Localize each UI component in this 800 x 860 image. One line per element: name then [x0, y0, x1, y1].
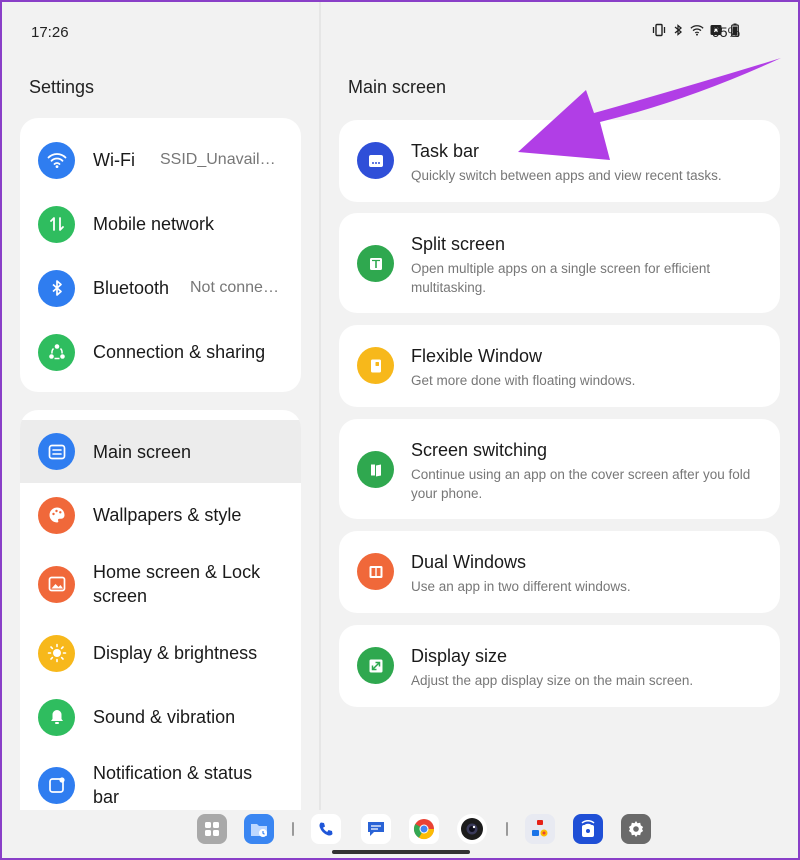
setting-title: Flexible Window — [411, 346, 543, 366]
setting-title: Screen switching — [411, 440, 548, 460]
sidebar-item-value: Not connec… — [190, 279, 284, 296]
status-bar: 17:26 95% — [0, 0, 800, 62]
app-folder-icon[interactable] — [525, 814, 555, 844]
setting-dual-windows[interactable]: Dual Windows Use an app in two different… — [339, 531, 780, 613]
sidebar-item-label: Notification & status bar — [93, 763, 253, 807]
dock-separator — [292, 822, 294, 836]
sidebar-item-sound-vibration[interactable]: Sound & vibration — [20, 685, 301, 749]
remote-icon[interactable] — [573, 814, 603, 844]
status-time: 17:26 — [31, 24, 69, 41]
settings-group-display: Main screen Wallpapers & style Home scre… — [20, 410, 301, 810]
screen-switch-icon — [357, 451, 394, 488]
sidebar-item-bluetooth[interactable]: Bluetooth Not connec… — [20, 256, 301, 320]
flexible-window-icon — [357, 347, 394, 384]
sidebar-item-label: Connection & sharing — [93, 342, 266, 362]
settings-icon[interactable] — [621, 814, 651, 844]
messages-icon[interactable] — [361, 814, 391, 844]
sidebar-item-display-brightness[interactable]: Display & brightness — [20, 621, 301, 685]
pane-divider — [319, 0, 321, 810]
main-screen-icon — [38, 433, 75, 470]
sidebar-item-label: Bluetooth — [93, 278, 170, 298]
sidebar-item-label: Home screen & Lock screen — [93, 562, 261, 606]
taskbar-icon — [357, 142, 394, 179]
setting-subtitle: Quickly switch between apps and view rec… — [411, 168, 722, 183]
sidebar-item-notification-status[interactable]: Notification & status bar — [20, 749, 301, 810]
setting-display-size[interactable]: Display size Adjust the app display size… — [339, 625, 780, 707]
sidebar-item-label: Sound & vibration — [93, 707, 236, 727]
setting-title: Split screen — [411, 234, 506, 254]
home-indicator[interactable] — [332, 850, 470, 854]
battery-percentage: 95% — [712, 24, 741, 40]
camera-icon[interactable] — [457, 814, 487, 844]
sidebar-item-label: Main screen — [93, 441, 192, 462]
setting-screen-switching[interactable]: Screen switching Continue using an app o… — [339, 419, 780, 519]
dock-separator — [506, 822, 508, 836]
mobile-network-icon — [38, 205, 75, 243]
notification-icon — [38, 766, 75, 804]
sidebar-item-label: Wi-Fi — [93, 150, 135, 170]
sidebar-item-label: Wallpapers & style — [93, 505, 242, 525]
sidebar-item-main-screen[interactable]: Main screen — [20, 420, 301, 483]
bluetooth-icon — [671, 23, 685, 37]
settings-group-connectivity: Wi-Fi SSID_Unavailable Mobile network Bl… — [20, 118, 301, 392]
app-drawer-icon[interactable] — [197, 814, 227, 844]
left-pane-title: Settings — [29, 77, 95, 97]
setting-title: Task bar — [411, 141, 480, 161]
sidebar-item-wifi[interactable]: Wi-Fi SSID_Unavailable — [20, 128, 301, 192]
setting-title: Display size — [411, 646, 508, 666]
sidebar-item-mobile-network[interactable]: Mobile network — [20, 192, 301, 256]
palette-icon — [38, 496, 75, 534]
setting-subtitle: Get more done with floating windows. — [411, 373, 636, 388]
display-size-icon — [357, 647, 394, 684]
sidebar-item-home-lock-screen[interactable]: Home screen & Lock screen — [20, 547, 301, 621]
dual-windows-icon — [357, 553, 394, 590]
setting-subtitle: Continue using an app on the cover scree… — [411, 467, 751, 501]
sidebar-item-connection-sharing[interactable]: Connection & sharing — [20, 320, 301, 384]
sidebar-item-wallpapers[interactable]: Wallpapers & style — [20, 483, 301, 547]
files-icon[interactable] — [244, 814, 274, 844]
sidebar-item-value: SSID_Unavailable — [160, 151, 284, 168]
setting-subtitle: Open multiple apps on a single screen fo… — [411, 261, 711, 295]
wifi-icon — [38, 141, 75, 179]
bluetooth-icon — [38, 269, 75, 307]
chrome-icon[interactable] — [409, 814, 439, 844]
sharing-icon — [38, 333, 75, 371]
sidebar-item-label: Mobile network — [93, 214, 215, 234]
sidebar-item-label: Display & brightness — [93, 643, 258, 663]
sun-icon — [38, 634, 75, 672]
wifi-icon — [690, 23, 704, 37]
image-icon — [38, 565, 75, 603]
taskbar-dock — [0, 810, 800, 860]
bell-icon — [38, 698, 75, 736]
setting-subtitle: Adjust the app display size on the main … — [411, 673, 694, 688]
split-screen-icon — [357, 245, 394, 282]
right-pane-title: Main screen — [348, 77, 447, 97]
setting-split-screen[interactable]: Split screen Open multiple apps on a sin… — [339, 213, 780, 313]
setting-task-bar[interactable]: Task bar Quickly switch between apps and… — [339, 120, 780, 202]
setting-subtitle: Use an app in two different windows. — [411, 579, 631, 594]
vibrate-icon — [652, 23, 666, 37]
setting-flexible-window[interactable]: Flexible Window Get more done with float… — [339, 325, 780, 407]
setting-title: Dual Windows — [411, 552, 527, 572]
phone-icon[interactable] — [311, 814, 341, 844]
